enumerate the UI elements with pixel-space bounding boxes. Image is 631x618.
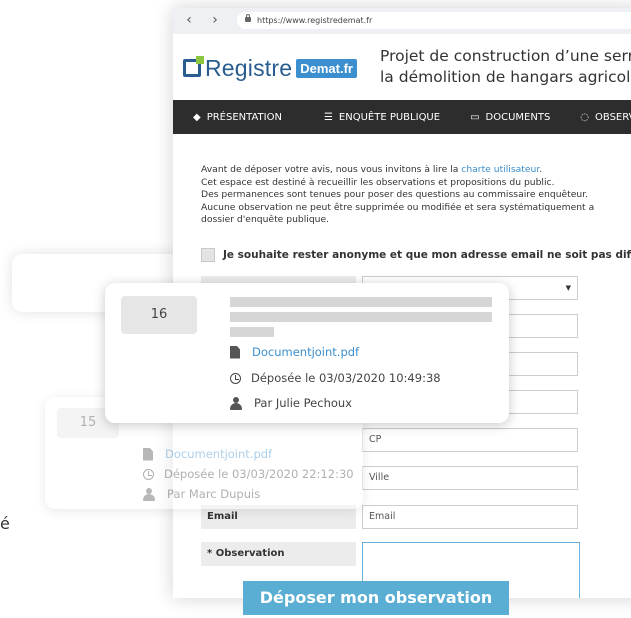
- project-title: Projet de construction d’une serre r la …: [380, 46, 631, 88]
- intro-line: Avant de déposer votre avis, nous vous i…: [201, 164, 631, 177]
- intro-text-segment: .: [539, 164, 543, 175]
- address-bar: ‹ › https://www.registredemat.fr: [173, 8, 631, 35]
- logo-badge: Demat.fr: [296, 58, 357, 78]
- card-date: Déposée le 03/03/2020 10:49:38: [251, 371, 441, 385]
- menu-item-label: OBSERVATIO: [595, 111, 631, 123]
- user-icon: [143, 487, 155, 501]
- project-title-line2: la démolition de hangars agricoles: [380, 68, 631, 86]
- site-header: Registre Demat.fr Projet de construction…: [173, 34, 631, 100]
- project-title-line1: Projet de construction d’une serre r: [380, 47, 631, 65]
- file-icon: [230, 345, 240, 359]
- comment-icon: ◌: [580, 111, 590, 123]
- observation-number: 16: [121, 296, 197, 334]
- lock-icon: [245, 14, 251, 22]
- menu-item-enquete[interactable]: ☰ ENQUÊTE PUBLIQUE: [324, 112, 440, 123]
- intro-text: Avant de déposer votre avis, nous vous i…: [201, 164, 631, 227]
- card-document-row[interactable]: Documentjoint.pdf: [143, 447, 272, 461]
- card-author-row: Par Marc Dupuis: [143, 487, 260, 501]
- url-field[interactable]: https://www.registredemat.fr: [237, 12, 631, 29]
- site-logo[interactable]: Registre Demat.fr: [183, 55, 357, 81]
- document-link[interactable]: Documentjoint.pdf: [252, 345, 359, 359]
- user-icon: [230, 396, 242, 410]
- card-author-row: Par Julie Pechoux: [230, 396, 352, 410]
- dropdown-arrow-icon: ▼: [565, 284, 571, 292]
- clock-icon: [230, 372, 241, 384]
- observation-card-16[interactable]: 16 Documentjoint.pdf Déposée le 03/03/20…: [105, 283, 509, 423]
- menu-item-label: DOCUMENTS: [485, 111, 551, 123]
- email-field[interactable]: Email: [362, 505, 578, 529]
- document-link[interactable]: Documentjoint.pdf: [165, 447, 272, 461]
- url-text: https://www.registredemat.fr: [257, 16, 373, 25]
- observation-label: * Observation: [201, 542, 356, 566]
- menu-item-presentation[interactable]: ◆ PRÉSENTATION: [193, 112, 282, 123]
- intro-line: Des permanences sont tenues pour poser d…: [201, 189, 589, 200]
- intro-line: Cet espace est destiné à recueillir les …: [201, 176, 555, 188]
- folder-icon: ▭: [470, 111, 480, 123]
- anonymous-label: Je souhaite rester anonyme et que mon ad…: [223, 249, 631, 261]
- card-author: Par Julie Pechoux: [254, 396, 352, 410]
- menu-item-documents[interactable]: ▭ DOCUMENTS: [470, 112, 550, 123]
- back-button[interactable]: ‹: [181, 12, 197, 28]
- menu-item-label: ENQUÊTE PUBLIQUE: [338, 111, 441, 123]
- menu-item-label: PRÉSENTATION: [206, 111, 282, 123]
- card-date-row: Déposée le 03/03/2020 10:49:38: [230, 371, 441, 385]
- logo-mark-icon: [183, 56, 204, 77]
- logo-text: Registre: [205, 54, 293, 81]
- intro-line: dossier d'enquête publique.: [201, 214, 330, 225]
- stray-text: é: [0, 514, 10, 533]
- card-date: Déposée le 03/03/2020 22:12:30: [164, 467, 354, 481]
- tag-icon: ◆: [193, 111, 201, 123]
- redacted-text-line: [230, 327, 274, 337]
- forward-button[interactable]: ›: [207, 12, 223, 28]
- card-author: Par Marc Dupuis: [167, 487, 261, 501]
- submit-observation-button[interactable]: Déposer mon observation: [243, 581, 509, 615]
- redacted-text-line: [230, 312, 492, 322]
- intro-text-segment: Avant de déposer votre avis, nous vous i…: [201, 164, 462, 175]
- cp-field[interactable]: CP: [362, 428, 578, 452]
- charte-link[interactable]: charte utilisateur: [461, 164, 539, 175]
- list-icon: ☰: [323, 111, 333, 123]
- redacted-text-line: [230, 297, 492, 307]
- ville-field[interactable]: Ville: [362, 466, 578, 490]
- card-document-row[interactable]: Documentjoint.pdf: [230, 345, 359, 359]
- menu-item-observations[interactable]: ◌ OBSERVATIO: [580, 112, 631, 123]
- clock-icon: [143, 468, 154, 480]
- intro-line: Aucune observation ne peut être supprimé…: [201, 201, 595, 213]
- anonymous-option[interactable]: Je souhaite rester anonyme et que mon ad…: [201, 248, 631, 262]
- card-date-row: Déposée le 03/03/2020 22:12:30: [143, 467, 354, 481]
- anonymous-checkbox[interactable]: [201, 248, 215, 262]
- file-icon: [143, 447, 153, 461]
- main-menu: ◆ PRÉSENTATION ☰ ENQUÊTE PUBLIQUE ▭ DOCUMEN…: [173, 100, 631, 134]
